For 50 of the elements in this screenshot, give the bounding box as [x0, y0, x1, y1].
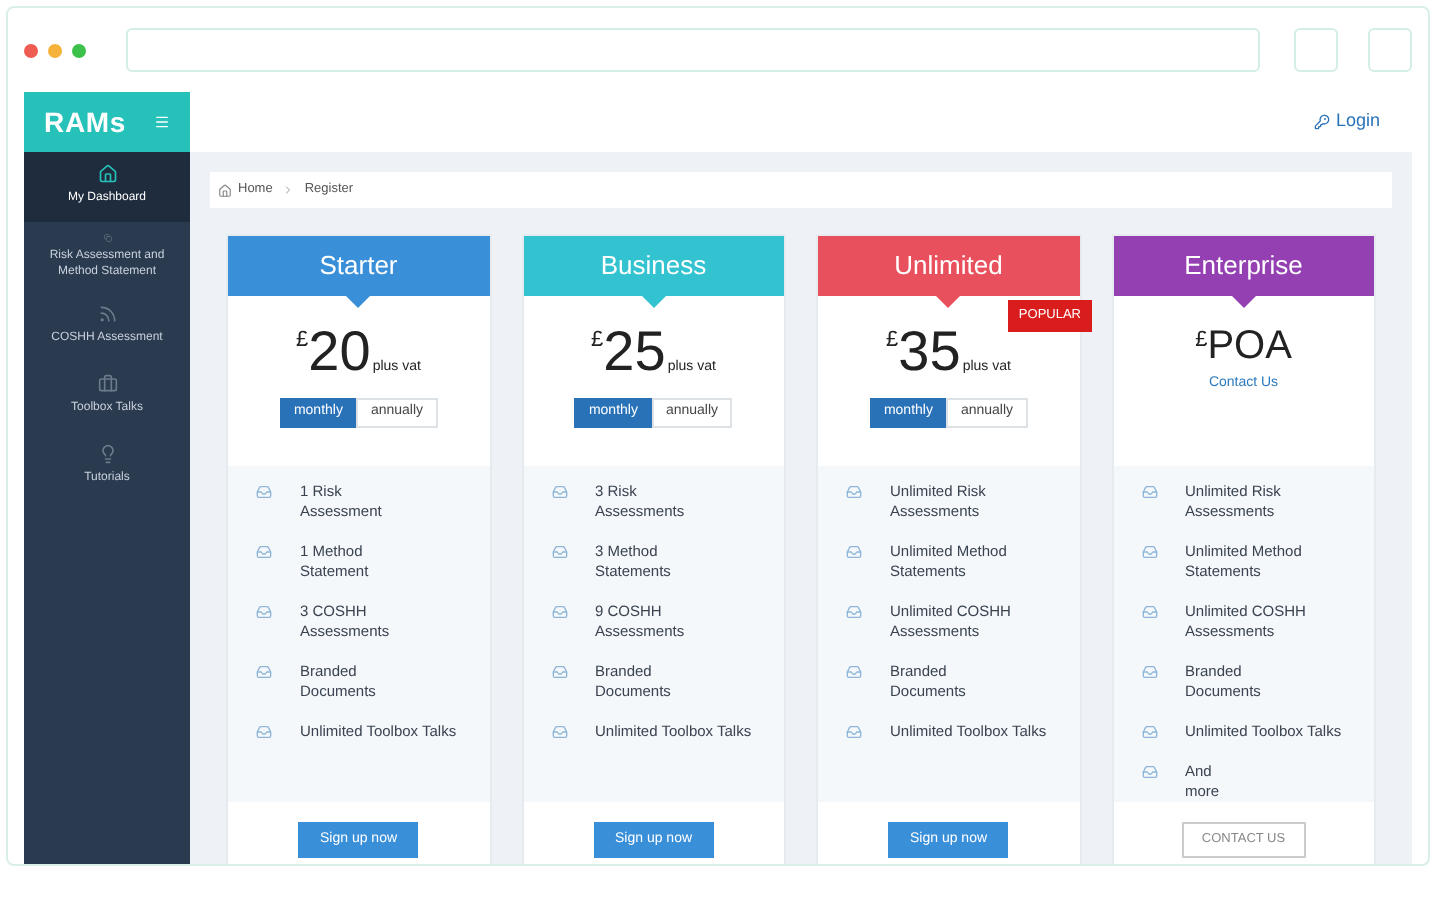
inbox-icon — [551, 664, 567, 680]
inbox-icon — [551, 724, 567, 740]
plan-header: Starter — [228, 236, 489, 296]
menu-icon[interactable] — [154, 114, 170, 130]
inbox-icon — [551, 544, 567, 560]
inbox-icon — [1141, 724, 1157, 740]
header-pointer — [346, 296, 371, 308]
inbox-icon — [1141, 484, 1157, 500]
inbox-icon — [1141, 664, 1157, 680]
chevron-icon — [282, 184, 295, 196]
inbox-icon — [846, 484, 862, 500]
inbox-icon — [1141, 544, 1157, 560]
inbox-icon — [846, 724, 862, 740]
inbox-icon — [256, 664, 272, 680]
currency-symbol: £ — [591, 326, 604, 356]
header-pointer — [936, 296, 961, 308]
home-icon — [218, 183, 232, 197]
key-icon — [1313, 114, 1330, 130]
currency-symbol: £ — [1195, 326, 1208, 356]
toolbar-button[interactable] — [1294, 28, 1339, 72]
price-amount: 20 — [308, 324, 371, 380]
currency-symbol: £ — [886, 326, 899, 356]
inbox-icon — [256, 724, 272, 740]
inbox-icon — [256, 604, 272, 620]
price-amount: POA — [1207, 324, 1292, 368]
price-amount: 25 — [603, 324, 666, 380]
lightbulb-icon — [97, 444, 117, 464]
inbox-icon — [846, 664, 862, 680]
inbox-icon — [256, 484, 272, 500]
inbox-icon — [846, 544, 862, 560]
plan-header: Enterprise — [1113, 236, 1374, 296]
inbox-icon — [551, 484, 567, 500]
inbox-icon — [256, 544, 272, 560]
plan-header: Business — [523, 236, 784, 296]
inbox-icon — [1141, 604, 1157, 620]
briefcase-icon — [97, 374, 117, 394]
logo-text: RAMs — [44, 103, 127, 141]
header-pointer — [1231, 296, 1256, 308]
header-pointer — [641, 296, 666, 308]
toolbar-button[interactable] — [1368, 28, 1413, 72]
currency-symbol: £ — [296, 326, 309, 356]
plan-header: Unlimited — [818, 236, 1079, 296]
inbox-icon — [846, 604, 862, 620]
home-icon — [97, 164, 117, 184]
price-amount: 35 — [898, 324, 961, 380]
inbox-icon — [551, 604, 567, 620]
signal-icon — [97, 304, 117, 324]
address-bar[interactable] — [125, 28, 1261, 72]
inbox-icon — [1141, 764, 1157, 780]
login-link[interactable]: Login — [1313, 108, 1380, 136]
